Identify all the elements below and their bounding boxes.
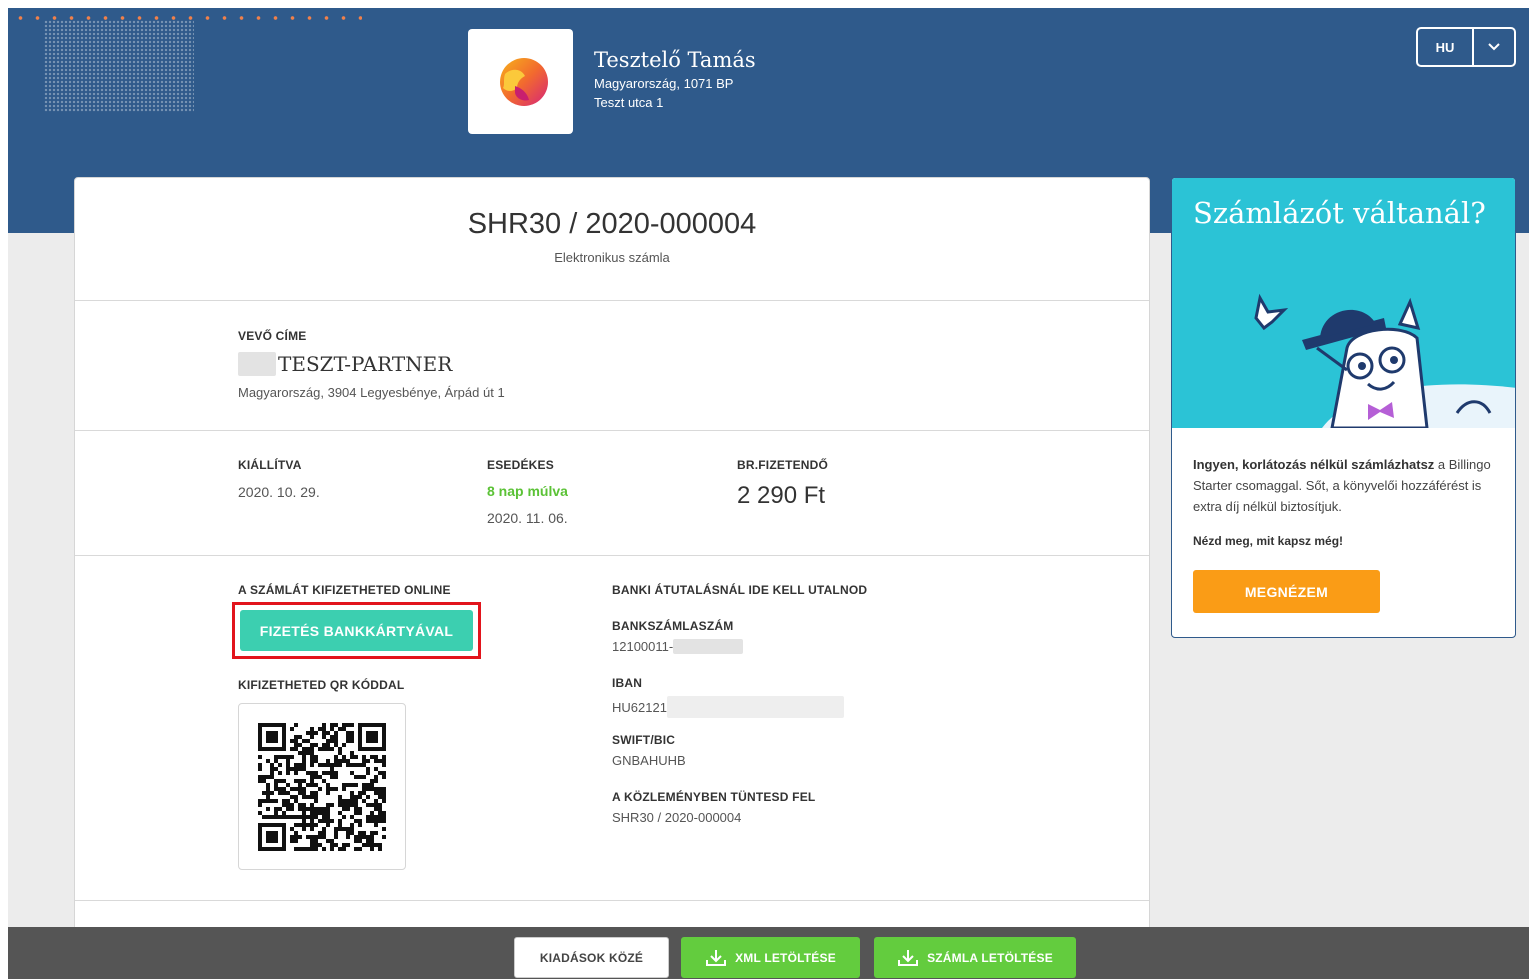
invoice-card: SHR30 / 2020-000004 Elektronikus számla … (74, 177, 1150, 979)
chevron-down-icon (1488, 43, 1500, 51)
reference-label: A KÖZLEMÉNYBEN TÜNTESD FEL (612, 790, 816, 804)
total-label: BR.FIZETENDŐ (737, 458, 829, 472)
account-number: 12100011- (612, 639, 674, 654)
due-label: ESEDÉKES (487, 458, 554, 472)
buyer-name-row: TESZT-PARTNER (238, 352, 452, 376)
xml-download-button[interactable]: XML LETÖLTÉSE (681, 937, 860, 978)
due-date: 2020. 11. 06. (487, 510, 568, 526)
iban-value: HU62121 (612, 699, 667, 715)
account-label: BANKSZÁMLASZÁM (612, 619, 734, 633)
company-name: Tesztelő Tamás (594, 48, 756, 72)
footer-toolbar: KIADÁSOK KÖZÉ XML LETÖLTÉSE SZÁMLA LETÖL… (8, 927, 1529, 979)
decorative-dots (12, 12, 362, 112)
invoice-type: Elektronikus számla (554, 250, 670, 265)
issued-label: KIÁLLÍTVA (238, 458, 302, 472)
company-info: Tesztelő Tamás Magyarország, 1071 BP Tes… (594, 46, 756, 112)
redacted-block (673, 639, 744, 654)
iban-row: HU62121 (612, 696, 844, 718)
add-to-expenses-label: KIADÁSOK KÖZÉ (539, 950, 644, 965)
language-selector[interactable]: HU (1416, 27, 1516, 67)
issued-date: 2020. 10. 29. (238, 484, 320, 500)
invoice-number: SHR30 / 2020-000004 (467, 208, 757, 240)
language-dropdown-toggle[interactable] (1474, 29, 1514, 65)
iban-label: IBAN (612, 676, 643, 690)
promo-text-bold: Ingyen, korlátozás nélkül számlázhatsz (1193, 457, 1435, 472)
redacted-block (238, 352, 276, 376)
xml-download-label: XML LETÖLTÉSE (735, 950, 836, 965)
buyer-name: TESZT-PARTNER (278, 352, 453, 376)
download-icon (706, 949, 727, 966)
divider (75, 900, 1149, 901)
total-amount: 2 290 Ft (737, 482, 826, 509)
due-relative: 8 nap múlva (487, 483, 568, 499)
lion-logo-icon (499, 57, 548, 106)
bank-transfer-label: BANKI ÁTUTALÁSNÁL IDE KELL UTALNOD (612, 583, 868, 597)
account-row: 12100011- (612, 639, 744, 654)
company-address-line1: Magyarország, 1071 BP (594, 76, 734, 91)
highlight-frame: FIZETÉS BANKKÁRTYÁVAL (232, 602, 481, 659)
divider (75, 300, 1149, 301)
language-code[interactable]: HU (1418, 29, 1474, 65)
company-address-line2: Teszt utca 1 (594, 95, 664, 110)
swift-value: GNBAHUHB (612, 753, 686, 768)
promo-button[interactable]: MEGNÉZEM (1193, 570, 1380, 613)
add-to-expenses-button[interactable]: KIADÁSOK KÖZÉ (514, 937, 669, 978)
promo-text: Ingyen, korlátozás nélkül számlázhatsz a… (1193, 454, 1498, 517)
qr-code-box (238, 703, 406, 870)
invoice-download-label: SZÁMLA LETÖLTÉSE (927, 950, 1053, 965)
promo-panel: Számlázót váltanál? Ingyen, korlátozás n… (1171, 177, 1516, 638)
online-payment-label: A SZÁMLÁT KIFIZETHETED ONLINE (238, 583, 451, 597)
invoice-download-button[interactable]: SZÁMLA LETÖLTÉSE (874, 937, 1076, 978)
redacted-block (666, 696, 844, 718)
divider (75, 430, 1149, 431)
pay-by-card-button[interactable]: FIZETÉS BANKKÁRTYÁVAL (240, 610, 473, 651)
divider (75, 555, 1149, 556)
download-icon (898, 949, 919, 966)
reference-value: SHR30 / 2020-000004 (612, 810, 742, 825)
qr-label: KIFIZETHETED QR KÓDDAL (238, 678, 405, 692)
qr-code-image (258, 722, 386, 851)
promo-title: Számlázót váltanál? (1193, 196, 1486, 230)
promo-header: Számlázót váltanál? (1172, 178, 1515, 428)
company-logo (468, 29, 573, 134)
swift-label: SWIFT/BIC (612, 733, 676, 747)
buyer-address: Magyarország, 3904 Legyesbénye, Árpád út… (238, 385, 505, 400)
promo-cta-text: Nézd meg, mit kapsz még! (1193, 534, 1344, 548)
buyer-label: VEVŐ CÍME (238, 329, 307, 343)
mascot-illustration (1254, 293, 1515, 428)
